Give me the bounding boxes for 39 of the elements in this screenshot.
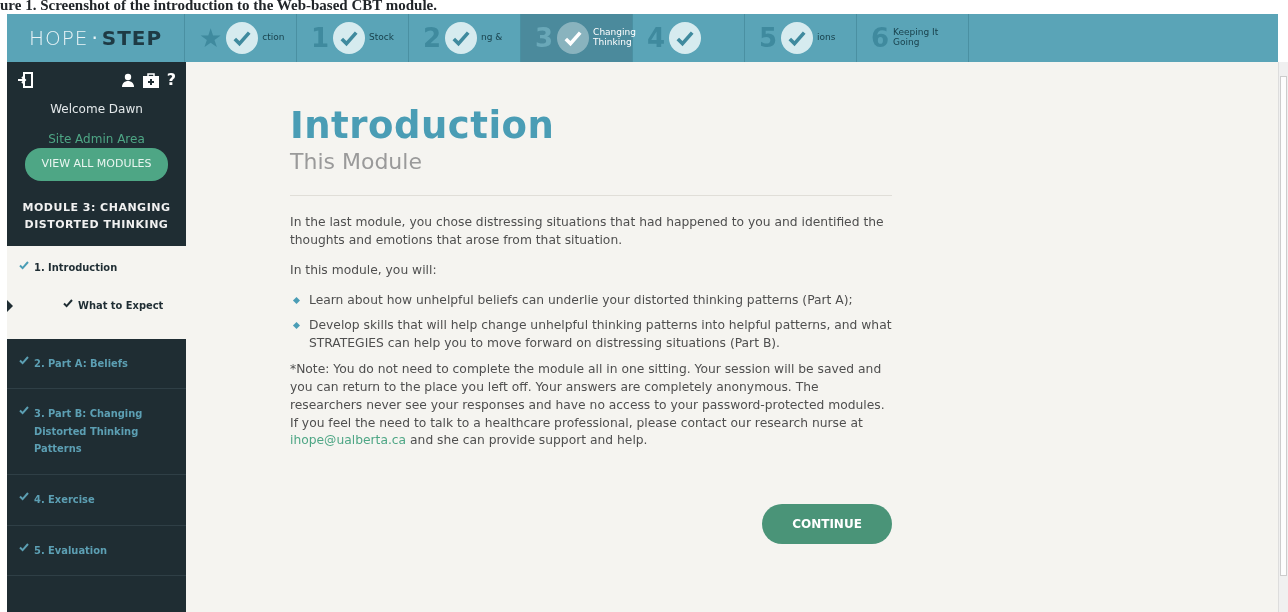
bullet-icon xyxy=(292,296,301,304)
first-aid-kit-icon[interactable] xyxy=(142,72,159,88)
sidebar-item[interactable]: 4. Exercise xyxy=(19,491,174,509)
step-label: ction xyxy=(262,33,285,43)
bullet-text: Develop skills that will help change unhelpful thinking patterns into helpful patterns, and what STRATEGIES can help you to move forward on distressing situations (Part B). xyxy=(309,317,892,353)
step-label: Changing Thinking xyxy=(593,28,636,48)
step-number: ★ xyxy=(199,25,223,51)
paragraph: In the last module, you chose distressing situations that had happened to you and identified the thoughts and emotions that arose from that situation. xyxy=(290,214,885,249)
bullet-icon xyxy=(292,322,301,330)
sidebar-subitem[interactable]: What to Expect xyxy=(51,298,164,315)
help-button[interactable]: ? xyxy=(166,72,176,88)
sidebar-item[interactable]: 3. Part B: Changing Distorted Thinking Patterns xyxy=(19,405,174,459)
welcome-text: Welcome Dawn xyxy=(50,101,143,118)
module-title: MODULE 3: CHANGING DISTORTED THINKING xyxy=(21,199,172,234)
page-title: Introduction xyxy=(290,106,556,147)
scrollbar[interactable] xyxy=(1278,62,1288,612)
check-icon xyxy=(19,541,29,552)
check-icon xyxy=(19,354,29,365)
check-icon xyxy=(19,405,29,416)
step-label: ng & xyxy=(481,33,503,43)
check-icon xyxy=(19,491,29,502)
email-link[interactable]: ihope@ualberta.ca xyxy=(290,433,407,448)
figure-caption: ure 1. Screenshot of the introduction to the Web-based CBT module. xyxy=(0,0,437,11)
view-all-modules-button[interactable]: VIEW ALL MODULES xyxy=(25,148,168,181)
step-label: Stock xyxy=(369,33,394,43)
continue-button[interactable]: CONTINUE xyxy=(762,504,892,545)
sidebar-item[interactable]: 2. Part A: Beliefs xyxy=(19,354,174,373)
check-icon xyxy=(19,259,29,270)
step-label: Keeping It Going xyxy=(893,28,940,48)
person-icon[interactable] xyxy=(120,73,135,87)
step-label: ions xyxy=(817,33,836,43)
exit-door-icon[interactable] xyxy=(17,72,33,88)
paragraph: In this module, you will: xyxy=(290,261,438,279)
bullet-text: Learn about how unhelpful beliefs can underlie your distorted thinking patterns (Part A); xyxy=(309,291,853,309)
note-paragraph: *Note: You do not need to complete the module all in one sitting. Your session will be saved and you can return to the place you left off. Your answers are completely anonymous. The researchers never see your responses and have no access to your password-protected modules. If you feel the need to talk to a healthcare professional, please contact our research nurse at ihope@ualberta.ca and she can provide support and help. xyxy=(290,361,886,450)
page-subtitle: This Module xyxy=(290,148,423,176)
admin-link[interactable]: Site Admin Area xyxy=(48,130,145,148)
sidebar-item[interactable]: 1. Introduction xyxy=(7,259,186,277)
sidebar-item[interactable]: 5. Evaluation xyxy=(19,541,174,560)
